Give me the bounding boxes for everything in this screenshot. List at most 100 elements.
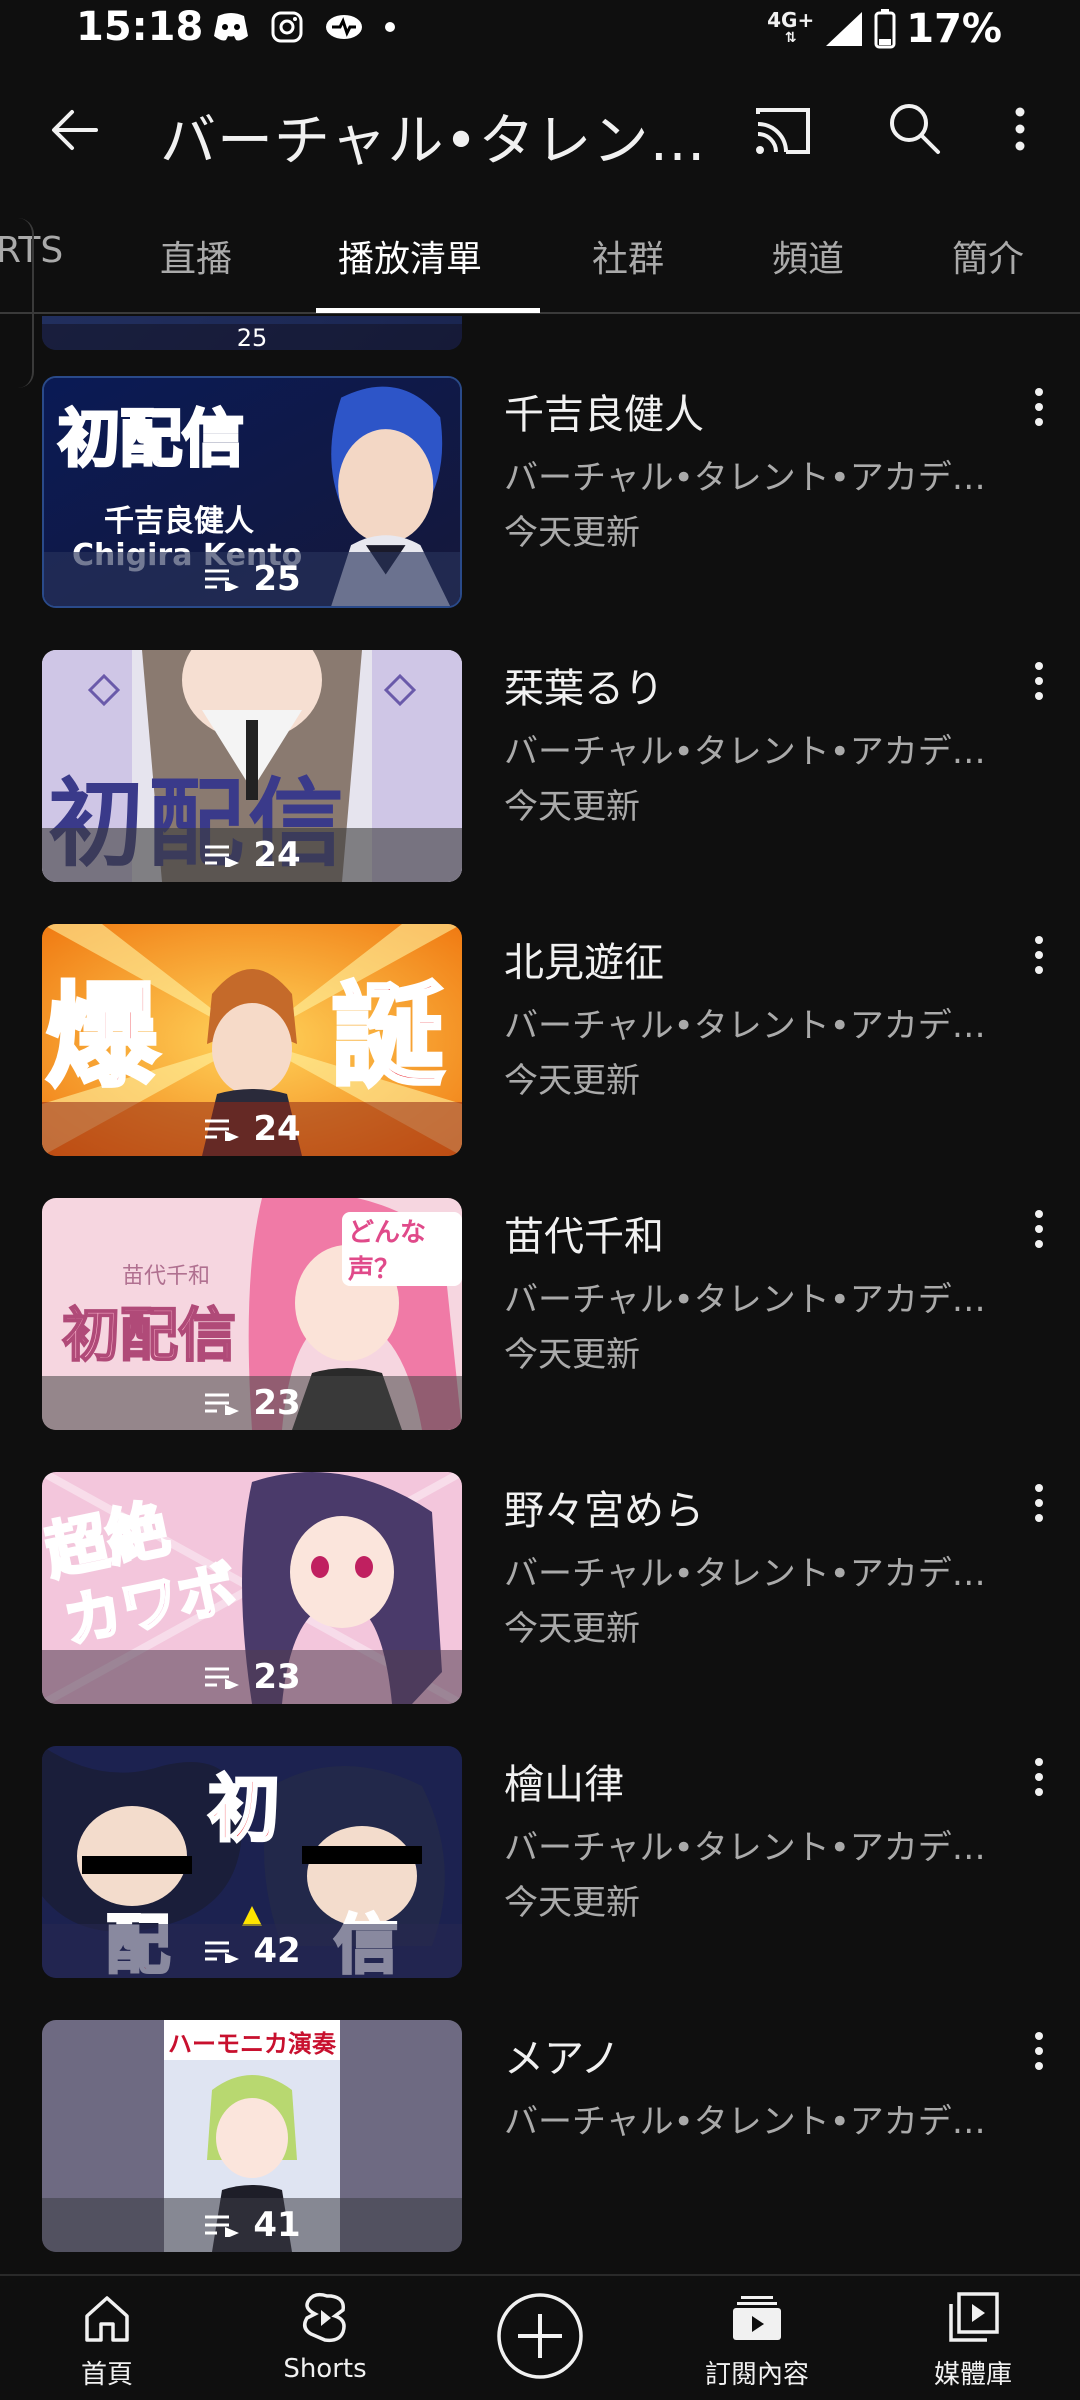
playlist-item[interactable]: 初配信 千吉良健人 Chigira Kento 25 千吉良健人 バーチャル•タ… (0, 376, 1080, 608)
playlist-item[interactable]: 苗代千和 初配信 どんな声？ 23 苗代千和 バーチャル•タレント•アカデミー … (0, 1198, 1080, 1430)
playlist-icon (205, 845, 240, 867)
more-vert-icon (1035, 388, 1043, 426)
more-vert-icon (1035, 1484, 1043, 1522)
playlist-title[interactable]: 苗代千和 (504, 1204, 1004, 1262)
item-more-button[interactable] (1024, 930, 1054, 980)
video-count-overlay: 24 (42, 1102, 462, 1156)
playlist-title[interactable]: 千吉良健人 (504, 382, 1004, 440)
thumbnail-subcaption: 千吉良健人 (104, 504, 254, 539)
channel-title: バーチャル•タレント•アカデミー (160, 109, 715, 174)
video-count-overlay: 42 (42, 1924, 462, 1978)
battery-icon (874, 9, 896, 49)
thumbnail-tag: どんな声？ (342, 1212, 462, 1286)
app-bar: バーチャル•タレント•アカデミー (0, 66, 1080, 196)
playlist-title[interactable]: 北見遊征 (504, 930, 1004, 988)
video-count-overlay: 41 (42, 2198, 462, 2252)
playlist-item[interactable]: ハーモニカ演奏 41 メアノ バーチャル•タレント•アカデミー (0, 2020, 1080, 2252)
item-more-button[interactable] (1024, 2026, 1054, 2076)
nav-shorts-label: Shorts (283, 2354, 367, 2384)
playlist-icon (205, 1393, 240, 1415)
playlist-list[interactable]: 25 初配信 千吉良健人 Chigira Kento 25 千吉良健人 バーチャ… (0, 316, 1080, 2274)
playlist-icon (205, 1119, 240, 1141)
channel-tabs: RTS 直播 播放清單 社群 頻道 簡介 (0, 208, 1080, 314)
playlist-item[interactable]: 爆 誕 24 北見遊征 バーチャル•タレント•アカデミー 今天更新 (0, 924, 1080, 1156)
playlist-thumbnail[interactable]: 初配信 千吉良健人 Chigira Kento 25 (42, 376, 462, 608)
nav-home-label: 首頁 (80, 2360, 133, 2390)
search-button[interactable] (882, 96, 948, 162)
more-vert-icon (1015, 107, 1025, 151)
video-count: 25 (253, 559, 301, 599)
tab-live[interactable]: 直播 (160, 230, 232, 282)
playlist-title[interactable]: 檜山律 (504, 1752, 1004, 1810)
playlist-title[interactable]: 栞葉るり (504, 656, 1004, 714)
status-bar: 15:18 4G+ ⇅ 17% (0, 0, 1080, 62)
item-more-button[interactable] (1024, 382, 1054, 432)
nav-create[interactable] (455, 2286, 625, 2396)
video-count-overlay: 25 (44, 552, 460, 606)
thumbnail-subcaption: 苗代千和 (122, 1264, 211, 1289)
item-more-button[interactable] (1024, 1478, 1054, 1528)
more-options-button[interactable] (1000, 96, 1040, 162)
arrow-back-icon (52, 110, 98, 150)
playlist-thumbnail[interactable]: ハーモニカ演奏 41 (42, 2020, 462, 2252)
item-more-button[interactable] (1024, 656, 1054, 706)
video-count: 25 (42, 324, 462, 350)
item-more-button[interactable] (1024, 1204, 1054, 1254)
discord-icon (214, 13, 248, 41)
video-count: 24 (253, 1109, 301, 1149)
more-vert-icon (1035, 662, 1043, 700)
playlist-updated: 今天更新 (504, 787, 640, 827)
video-count-overlay: 24 (42, 828, 462, 882)
video-count-overlay: 23 (42, 1376, 462, 1430)
playlist-item[interactable]: 初 配 信 42 檜山律 バーチャル•タレント•アカデミー 今天更新 (0, 1746, 1080, 1978)
back-button[interactable] (40, 94, 112, 166)
thumbnail-caption: 初配信 (56, 401, 245, 477)
nav-home[interactable]: 首頁 (22, 2286, 192, 2396)
network-indicator: 4G+ ⇅ (767, 8, 815, 46)
more-vert-icon (1035, 2032, 1043, 2070)
playlist-item[interactable]: 超絶 カワボ 23 野々宮めら バーチャル•タレント•アカデミー 今天更新 (0, 1472, 1080, 1704)
playlist-channel: バーチャル•タレント•アカデミー (504, 1828, 994, 1868)
item-more-button[interactable] (1024, 1752, 1054, 1802)
video-count: 41 (253, 2205, 301, 2245)
more-vert-icon (1035, 1758, 1043, 1796)
tab-about[interactable]: 簡介 (952, 230, 1024, 282)
nav-shorts[interactable]: Shorts (240, 2286, 410, 2396)
shorts-icon (303, 2292, 346, 2343)
playlist-title[interactable]: 野々宮めら (504, 1478, 1004, 1536)
nav-subscriptions[interactable]: 訂閱內容 (672, 2286, 842, 2396)
tab-community[interactable]: 社群 (592, 230, 664, 282)
playlist-thumbnail[interactable]: 初配信 24 (42, 650, 462, 882)
video-count: 23 (253, 1383, 301, 1423)
playlist-title[interactable]: メアノ (504, 2026, 1004, 2084)
cast-button[interactable] (752, 100, 814, 162)
app-icon (326, 15, 362, 39)
playlist-thumbnail[interactable]: 初 配 信 42 (42, 1746, 462, 1978)
nav-library[interactable]: 媒體庫 (888, 2286, 1058, 2396)
nav-subscriptions-label: 訂閱內容 (704, 2360, 809, 2390)
search-icon (890, 104, 940, 154)
playlist-item[interactable]: 初配信 24 栞葉るり バーチャル•タレント•アカデミー 今天更新 (0, 650, 1080, 882)
playlist-channel: バーチャル•タレント•アカデミー (504, 1554, 994, 1594)
playlist-updated: 今天更新 (504, 1883, 640, 1923)
cast-icon (756, 108, 810, 154)
thumbnail-caption-right: 誕 (330, 970, 446, 1104)
playlist-thumbnail[interactable]: 苗代千和 初配信 どんな声？ 23 (42, 1198, 462, 1430)
playlist-thumbnail[interactable]: 超絶 カワボ 23 (42, 1472, 462, 1704)
playlist-thumbnail[interactable]: 爆 誕 24 (42, 924, 462, 1156)
playlist-channel: バーチャル•タレント•アカデミー (504, 458, 994, 498)
tab-playlists[interactable]: 播放清單 (338, 230, 482, 282)
playlist-updated: 今天更新 (504, 1061, 640, 1101)
video-count-overlay: 23 (42, 1650, 462, 1704)
tab-channels[interactable]: 頻道 (772, 230, 844, 282)
thumbnail-caption: 初 (206, 1766, 281, 1853)
video-count: 24 (253, 835, 301, 875)
video-count: 42 (253, 1931, 301, 1971)
playlist-thumbnail-partial[interactable]: 25 (42, 316, 462, 350)
playlist-icon (205, 2215, 240, 2237)
active-tab-indicator (316, 308, 540, 313)
playlist-channel: バーチャル•タレント•アカデミー (504, 732, 994, 772)
playlist-channel: バーチャル•タレント•アカデミー (504, 1280, 994, 1320)
signal-icon (826, 12, 863, 46)
subscriptions-icon (733, 2296, 781, 2340)
